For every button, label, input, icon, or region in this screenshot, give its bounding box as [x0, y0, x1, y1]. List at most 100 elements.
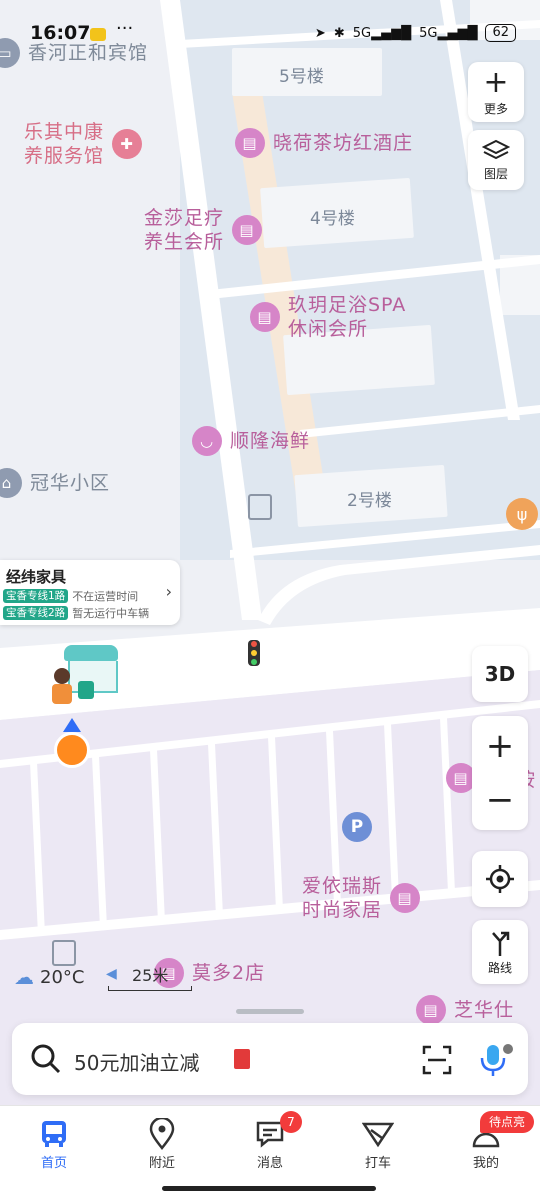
- poi-aiyiruisi-home[interactable]: 爱依瑞斯 时尚家居 ▤: [302, 874, 421, 922]
- view-3d-label: 3D: [484, 662, 516, 686]
- restaurant-icon[interactable]: ψ: [506, 498, 538, 530]
- poi-label-2: 养服务馆: [24, 145, 105, 167]
- tab-nearby[interactable]: 附近: [127, 1116, 197, 1171]
- weather-temp: 20°C: [40, 966, 85, 988]
- drag-handle[interactable]: [236, 1009, 304, 1014]
- building-label-2: 2号楼: [347, 491, 392, 511]
- search-icon: [31, 1044, 61, 1074]
- home-indicator: [162, 1186, 376, 1191]
- poi-jinsha-foot[interactable]: 金莎足疗 养生会所 ▤: [144, 206, 263, 254]
- person-icon: [52, 668, 72, 706]
- message-badge: 7: [280, 1111, 302, 1133]
- tab-label: 我的: [472, 1156, 499, 1171]
- chevron-right-icon: ›: [165, 582, 172, 601]
- poi-label: 莫多2店: [192, 962, 266, 984]
- tab-label: 首页: [40, 1156, 67, 1171]
- bus-line-status: 不在运营时间: [72, 590, 139, 603]
- poi-label: 金莎足疗: [144, 207, 225, 229]
- entrance-icon: [52, 940, 76, 966]
- locate-button[interactable]: [472, 851, 528, 907]
- bus-line-tag: 宝香专线1路: [3, 589, 69, 603]
- tab-label: 打车: [364, 1156, 391, 1171]
- plus-icon: +: [483, 64, 509, 100]
- medical-cross-icon: ✚: [112, 129, 143, 159]
- bus-stop-card[interactable]: 经纬家具 宝香专线1路 不在运营时间 宝香专线2路 暂无运行中车辆 ›: [0, 560, 180, 625]
- scale-bar: [108, 986, 192, 991]
- view-3d-button[interactable]: 3D: [472, 646, 528, 702]
- search-placeholder: 50元加油立减: [74, 1051, 200, 1075]
- shop-icon: ▤: [416, 995, 446, 1025]
- scan-icon[interactable]: [422, 1045, 452, 1075]
- poi-guanhua-community[interactable]: ⌂ 冠华小区: [0, 468, 110, 498]
- basket-icon: ◡: [192, 426, 222, 456]
- network-label: 5G: [419, 25, 438, 41]
- nav-arrow-icon: ◀: [106, 966, 117, 982]
- red-envelope-icon: [234, 1049, 250, 1069]
- crosshair-icon: [486, 865, 514, 893]
- poi-label: 冠华小区: [30, 472, 111, 494]
- poi-label: 乐其中康: [24, 121, 105, 143]
- location-pin-icon: [149, 1118, 175, 1150]
- status-time: 16:07: [30, 22, 91, 44]
- poi-label: 芝华仕: [454, 999, 515, 1021]
- route-icon: [492, 931, 510, 956]
- poi-label: 晓荷茶坊红酒庄: [273, 132, 414, 154]
- building-label-5: 5号楼: [279, 67, 324, 87]
- signal-1: 5G▂▄▆█: [352, 25, 412, 41]
- parking-label: P: [350, 817, 364, 837]
- route-button[interactable]: 路线: [472, 920, 528, 984]
- location-arrow-icon: ➤: [314, 25, 326, 41]
- poi-label-2: 时尚家居: [302, 899, 383, 921]
- tab-taxi[interactable]: 打车: [343, 1116, 413, 1171]
- layers-button[interactable]: 图层: [468, 130, 524, 190]
- voice-icon[interactable]: [478, 1043, 514, 1077]
- traffic-light-icon: [248, 640, 260, 666]
- bus-line-status: 暂无运行中车辆: [72, 607, 150, 620]
- poi-leqi-care[interactable]: 乐其中康 养服务馆 ✚: [24, 120, 143, 168]
- shop-icon: ▤: [250, 302, 280, 332]
- map-view[interactable]: ▭ 香河正和宾馆 乐其中康 养服务馆 ✚ ▤ 晓荷茶坊红酒庄 金莎足疗 养生会所…: [0, 0, 540, 1105]
- network-label: 5G: [352, 25, 372, 41]
- entrance-icon: [248, 494, 272, 520]
- poi-label: 爱依瑞斯: [302, 875, 383, 897]
- zoom-control: + −: [472, 716, 528, 830]
- status-icons: ➤ ✱ 5G▂▄▆█ 5G▂▄▆█ 62: [315, 24, 516, 42]
- rain-cloud-icon: ☁: [14, 965, 34, 989]
- shop-icon: ▤: [235, 128, 265, 158]
- taxi-icon: [362, 1122, 394, 1148]
- search-bar[interactable]: 50元加油立减: [12, 1023, 528, 1095]
- battery-indicator: 62: [485, 24, 516, 42]
- weather-widget[interactable]: ☁ 20°C: [14, 965, 84, 989]
- poi-label: 玖玥足浴SPA: [288, 294, 407, 316]
- poi-xiaohe-teahouse[interactable]: ▤ 晓荷茶坊红酒庄: [235, 128, 413, 158]
- bus-icon: [42, 1121, 66, 1147]
- zoom-out-button[interactable]: −: [486, 780, 515, 820]
- tab-label: 消息: [256, 1156, 283, 1171]
- bus-line-tag: 宝香专线2路: [3, 606, 69, 620]
- community-icon: ⌂: [0, 468, 22, 498]
- building-label-4: 4号楼: [310, 209, 355, 229]
- my-location-marker[interactable]: [54, 718, 90, 770]
- shop-icon: ▤: [390, 883, 421, 913]
- bus-line-row: 宝香专线1路 不在运营时间: [3, 588, 138, 604]
- more-label: 更多: [483, 101, 508, 116]
- poi-shunlong-seafood[interactable]: ◡ 顺隆海鲜: [192, 426, 310, 456]
- poi-label: 顺隆海鲜: [230, 430, 311, 452]
- more-button[interactable]: + 更多: [468, 62, 524, 122]
- tab-home[interactable]: 首页: [19, 1116, 89, 1171]
- parking-icon[interactable]: P: [342, 812, 372, 842]
- status-bar: 16:07 ··· ➤ ✱ 5G▂▄▆█ 5G▂▄▆█ 62: [0, 0, 540, 60]
- poi-zhihuashi[interactable]: ▤ 芝华仕: [416, 995, 514, 1025]
- layers-label: 图层: [483, 166, 508, 181]
- bluetooth-icon: ✱: [333, 25, 345, 41]
- poi-label-2: 养生会所: [144, 231, 225, 253]
- mine-badge: 待点亮: [480, 1111, 534, 1133]
- poi-moduo-store[interactable]: ▤ 莫多2店: [154, 958, 265, 988]
- bus-stop-title: 经纬家具: [6, 568, 67, 586]
- route-label: 路线: [487, 960, 512, 975]
- poi-jiuyue-spa[interactable]: ▤ 玖玥足浴SPA 休闲会所: [250, 293, 406, 341]
- notification-icon: [90, 28, 106, 41]
- shop-icon: ▤: [232, 215, 263, 245]
- zoom-in-button[interactable]: +: [486, 726, 515, 766]
- more-dots-icon: ···: [116, 18, 134, 39]
